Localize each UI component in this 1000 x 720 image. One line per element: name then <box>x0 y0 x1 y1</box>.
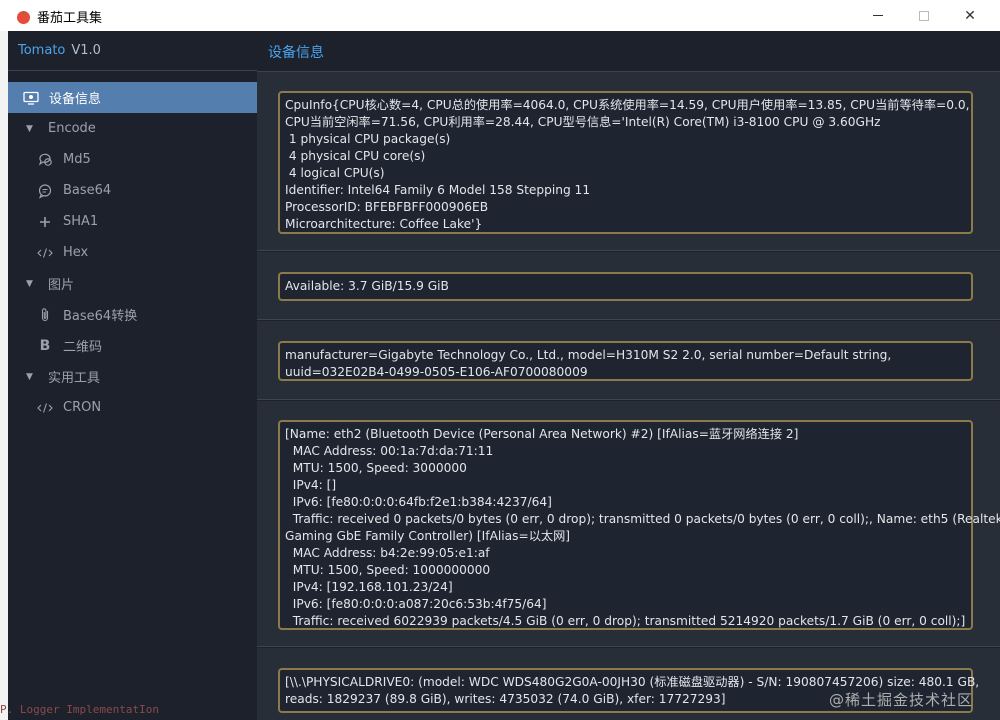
info-line: 4 physical CPU core(s) <box>285 149 426 163</box>
caret-down-icon: ▼ <box>26 123 33 134</box>
sidebar-divider <box>8 70 257 71</box>
sidebar-item-md5[interactable]: Md5 <box>8 144 257 175</box>
bold-b-icon: B <box>39 337 51 354</box>
cpu-panel: CpuInfo{CPU核心数=4, CPU总的使用率=4064.0, CPU系统… <box>257 72 1000 251</box>
info-line: Microarchitecture: Coffee Lake'} <box>285 217 483 231</box>
brand-version: V1.0 <box>71 43 101 58</box>
sidebar-item-label: Md5 <box>63 152 91 167</box>
info-line: Traffic: received 6022939 packets/4.5 Gi… <box>285 614 966 628</box>
memory-info-box[interactable]: Available: 3.7 GiB/15.9 GiB <box>278 272 973 301</box>
code-icon <box>37 400 53 416</box>
info-line: IPv6: [fe80:0:0:0:64fb:f2e1:b384:4237/64… <box>285 495 552 509</box>
sidebar-item-label: CRON <box>63 400 102 415</box>
sidebar-item-label: SHA1 <box>63 214 99 229</box>
sidebar-item-label: Base64 <box>63 183 112 198</box>
sidebar-item-hex[interactable]: Hex <box>8 237 257 268</box>
plus-icon <box>37 214 53 230</box>
info-line: MTU: 1500, Speed: 1000000000 <box>285 563 491 577</box>
sidebar-group-utilities[interactable]: ▼ 实用工具 <box>8 361 257 392</box>
maximize-icon <box>919 10 929 21</box>
board-info-box[interactable]: manufacturer=Gigabyte Technology Co., Lt… <box>278 341 973 381</box>
sidebar-item-base64-convert[interactable]: Base64转换 <box>8 299 257 330</box>
info-line: CpuInfo{CPU核心数=4, CPU总的使用率=4064.0, CPU系统… <box>285 98 970 112</box>
tomato-icon <box>17 10 30 24</box>
sidebar-item-cron[interactable]: CRON <box>8 392 257 423</box>
info-line: MTU: 1500, Speed: 3000000 <box>285 461 467 475</box>
info-line: Gaming GbE Family Controller) [IfAlias=以… <box>285 529 571 543</box>
info-line: Identifier: Intel64 Family 6 Model 158 S… <box>285 183 591 197</box>
sidebar-item-base64[interactable]: Base64 <box>8 175 257 206</box>
sidebar-item-sha1[interactable]: SHA1 <box>8 206 257 237</box>
network-panel: [Name: eth2 (Bluetooth Device (Personal … <box>257 401 1000 647</box>
paperclip-icon <box>37 307 53 323</box>
code-icon <box>37 245 53 261</box>
sidebar: Tomato V1.0 设备信息 ▼ Encode Md5 Base64 SHA… <box>8 31 257 720</box>
sidebar-item-label: Hex <box>63 245 89 260</box>
window-title: 番茄工具集 <box>37 11 103 26</box>
cpu-info-box[interactable]: CpuInfo{CPU核心数=4, CPU总的使用率=4064.0, CPU系统… <box>278 91 973 234</box>
info-line: 4 logical CPU(s) <box>285 166 385 180</box>
caret-down-icon: ▼ <box>26 278 33 289</box>
sidebar-group-images[interactable]: ▼ 图片 <box>8 268 257 299</box>
monitor-icon <box>23 90 39 106</box>
network-info-box[interactable]: [Name: eth2 (Bluetooth Device (Personal … <box>278 420 1000 630</box>
close-button[interactable]: ✕ <box>947 0 993 31</box>
info-line: ProcessorID: BFEBFBFF000906EB <box>285 200 489 214</box>
info-line: MAC Address: b4:2e:99:05:e1:af <box>285 546 490 560</box>
brand-name: Tomato <box>18 43 66 58</box>
minimize-icon <box>873 15 883 16</box>
info-line: Traffic: received 0 packets/0 bytes (0 e… <box>285 512 1000 526</box>
info-line: IPv4: [192.168.101.23/24] <box>285 580 453 594</box>
page-title: 设备信息 <box>268 45 324 61</box>
info-line: IPv6: [fe80:0:0:0:a087:20c6:53b:4f75/64] <box>285 597 547 611</box>
chat-icon <box>37 183 53 199</box>
maximize-button[interactable] <box>901 0 947 31</box>
info-line: CPU当前空闲率=71.56, CPU利用率=28.44, CPU型号信息='I… <box>285 115 881 129</box>
close-icon: ✕ <box>964 7 976 24</box>
sidebar-item-device-info[interactable]: 设备信息 <box>8 82 257 113</box>
hash-bubble-icon <box>37 152 53 168</box>
info-line: Available: 3.7 GiB/15.9 GiB <box>285 279 449 293</box>
background-window <box>0 31 8 720</box>
info-line: manufacturer=Gigabyte Technology Co., Lt… <box>285 348 892 362</box>
info-line: 1 physical CPU package(s) <box>285 132 451 146</box>
sidebar-item-qrcode[interactable]: B 二维码 <box>8 330 257 361</box>
sidebar-item-label: 二维码 <box>63 340 103 355</box>
sidebar-item-label: 实用工具 <box>48 371 101 386</box>
watermark: @稀土掘金技术社区 <box>829 691 974 709</box>
sidebar-menu: 设备信息 ▼ Encode Md5 Base64 SHA1 Hex ▼ 图片 B… <box>8 82 257 423</box>
app-brand: Tomato V1.0 <box>18 43 101 58</box>
info-line: IPv4: [] <box>285 478 337 492</box>
main-content: 设备信息 CpuInfo{CPU核心数=4, CPU总的使用率=4064.0, … <box>257 31 1000 720</box>
caret-down-icon: ▼ <box>26 371 33 382</box>
info-line: [Name: eth2 (Bluetooth Device (Personal … <box>285 427 799 441</box>
sidebar-item-label: 设备信息 <box>49 92 102 107</box>
sidebar-item-label: 图片 <box>48 278 75 293</box>
board-panel: manufacturer=Gigabyte Technology Co., Lt… <box>257 321 1000 400</box>
info-line: uuid=032E02B4-0499-0505-E106-AF070008000… <box>285 365 588 379</box>
sidebar-group-encode[interactable]: ▼ Encode <box>8 113 257 144</box>
background-editor-text: P. Logger ImplementatIon <box>0 703 159 716</box>
sidebar-item-label: Encode <box>48 121 96 136</box>
info-line: MAC Address: 00:1a:7d:da:71:11 <box>285 444 494 458</box>
sidebar-item-label: Base64转换 <box>63 309 138 324</box>
minimize-button[interactable] <box>855 0 901 31</box>
memory-panel: Available: 3.7 GiB/15.9 GiB <box>257 252 1000 320</box>
title-bar: 番茄工具集 ✕ <box>0 0 1000 31</box>
